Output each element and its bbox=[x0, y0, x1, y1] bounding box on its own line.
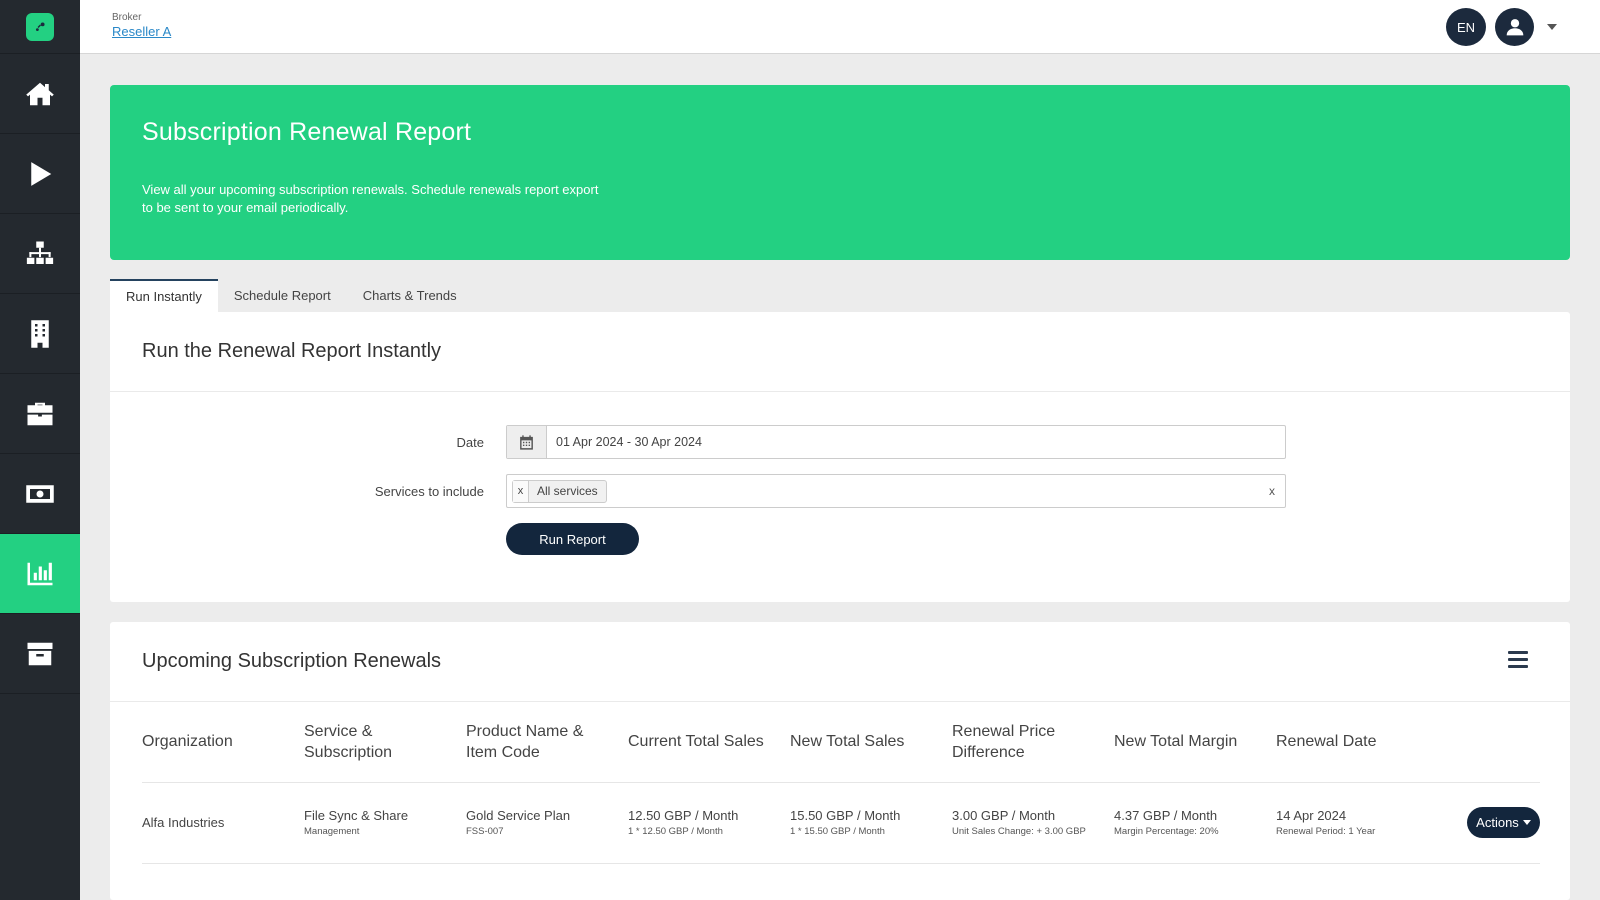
service-sub: Management bbox=[304, 826, 360, 837]
broker-label: Broker bbox=[112, 12, 142, 23]
price-diff-cell: 3.00 GBP / Month bbox=[952, 808, 1056, 823]
page-title: Subscription Renewal Report bbox=[142, 118, 472, 146]
services-label: Services to include bbox=[374, 484, 484, 499]
renewal-period: Renewal Period: 1 Year bbox=[1276, 826, 1376, 837]
home-icon bbox=[26, 82, 54, 105]
column-header[interactable]: Service & Subscription bbox=[304, 702, 466, 783]
calendar-icon[interactable] bbox=[507, 426, 547, 458]
user-icon bbox=[1506, 19, 1523, 36]
broker-link[interactable]: Reseller A bbox=[112, 24, 171, 39]
chip-remove-button[interactable]: x bbox=[513, 480, 529, 502]
table-menu-icon[interactable] bbox=[1508, 651, 1528, 671]
top-bar: Broker Reseller A EN bbox=[80, 0, 1600, 54]
sidebar-item-reports[interactable] bbox=[0, 534, 80, 614]
sidebar-item-play[interactable] bbox=[0, 134, 80, 214]
table-row: Alfa Industries File Sync & Share Managem… bbox=[142, 782, 1540, 864]
column-header[interactable]: Renewal Date bbox=[1276, 702, 1438, 783]
run-card-title: Run the Renewal Report Instantly bbox=[110, 312, 1570, 392]
renewals-table: Organization Service & Subscription Prod… bbox=[142, 702, 1540, 864]
tab-charts-trends[interactable]: Charts & Trends bbox=[347, 279, 473, 312]
margin-sub: Margin Percentage: 20% bbox=[1114, 826, 1219, 837]
page-description: View all your upcoming subscription rene… bbox=[142, 182, 599, 215]
sitemap-icon bbox=[26, 241, 54, 264]
column-header-actions bbox=[1438, 702, 1540, 783]
column-header[interactable]: New Total Margin bbox=[1114, 702, 1276, 783]
current-sales-cell: 12.50 GBP / Month bbox=[628, 808, 739, 823]
tab-run-instantly[interactable]: Run Instantly bbox=[110, 279, 218, 312]
tab-schedule-report[interactable]: Schedule Report bbox=[218, 279, 347, 312]
run-report-button[interactable]: Run Report bbox=[506, 523, 639, 555]
run-report-card: Run the Renewal Report Instantly Date 01… bbox=[110, 312, 1570, 602]
play-icon bbox=[31, 161, 52, 186]
renewal-date-cell: 14 Apr 2024 bbox=[1276, 808, 1347, 823]
column-header[interactable]: Organization bbox=[142, 702, 304, 783]
user-menu-button[interactable] bbox=[1495, 8, 1534, 46]
sidebar-item-hierarchy[interactable] bbox=[0, 214, 80, 294]
services-select[interactable]: x All services x bbox=[506, 474, 1286, 508]
sidebar-item-services[interactable] bbox=[0, 374, 80, 454]
date-range-field[interactable]: 01 Apr 2024 - 30 Apr 2024 bbox=[506, 425, 1286, 459]
renewals-card: Upcoming Subscription Renewals Organizat… bbox=[110, 622, 1570, 900]
sidebar-item-organizations[interactable] bbox=[0, 294, 80, 374]
date-range-value: 01 Apr 2024 - 30 Apr 2024 bbox=[556, 435, 702, 449]
sidebar bbox=[0, 0, 80, 900]
new-sales-cell: 15.50 GBP / Month bbox=[790, 808, 901, 823]
price-diff-sub: Unit Sales Change: + 3.00 GBP bbox=[952, 826, 1086, 837]
logo-area bbox=[0, 0, 80, 54]
language-button[interactable]: EN bbox=[1446, 8, 1486, 46]
renewals-card-title: Upcoming Subscription Renewals bbox=[110, 622, 1570, 702]
date-label: Date bbox=[456, 435, 484, 450]
chip-label: All services bbox=[537, 484, 598, 498]
column-header[interactable]: Product Name & Item Code bbox=[466, 702, 628, 783]
clear-services-button[interactable]: x bbox=[1269, 484, 1275, 498]
column-header[interactable]: New Total Sales bbox=[790, 702, 952, 783]
building-icon bbox=[31, 319, 49, 348]
product-cell: Gold Service Plan bbox=[466, 808, 571, 823]
app-logo[interactable] bbox=[26, 12, 54, 41]
sidebar-item-archive[interactable] bbox=[0, 614, 80, 694]
current-sales-sub: 1 * 12.50 GBP / Month bbox=[628, 826, 723, 837]
report-tabs: Run Instantly Schedule Report Charts & T… bbox=[110, 279, 473, 312]
sidebar-item-home[interactable] bbox=[0, 54, 80, 134]
actions-label: Actions bbox=[1476, 815, 1519, 830]
margin-cell: 4.37 GBP / Month bbox=[1114, 808, 1218, 823]
table-header-row: Organization Service & Subscription Prod… bbox=[142, 702, 1540, 783]
service-chip: x All services bbox=[512, 479, 607, 503]
service-cell: File Sync & Share bbox=[304, 808, 409, 823]
chevron-down-icon[interactable] bbox=[1547, 24, 1557, 30]
product-code: FSS-007 bbox=[466, 826, 504, 837]
actions-button[interactable]: Actions bbox=[1467, 807, 1540, 838]
sidebar-item-billing[interactable] bbox=[0, 454, 80, 534]
report-banner: Subscription Renewal Report View all you… bbox=[110, 85, 1570, 260]
new-sales-sub: 1 * 15.50 GBP / Month bbox=[790, 826, 885, 837]
column-header[interactable]: Renewal Price Difference bbox=[952, 702, 1114, 783]
briefcase-icon bbox=[27, 402, 53, 425]
column-header[interactable]: Current Total Sales bbox=[628, 702, 790, 783]
caret-down-icon bbox=[1522, 820, 1531, 825]
organization-cell: Alfa Industries bbox=[142, 815, 225, 830]
money-icon bbox=[26, 484, 54, 503]
archive-icon bbox=[27, 642, 53, 665]
chart-icon bbox=[27, 562, 53, 585]
